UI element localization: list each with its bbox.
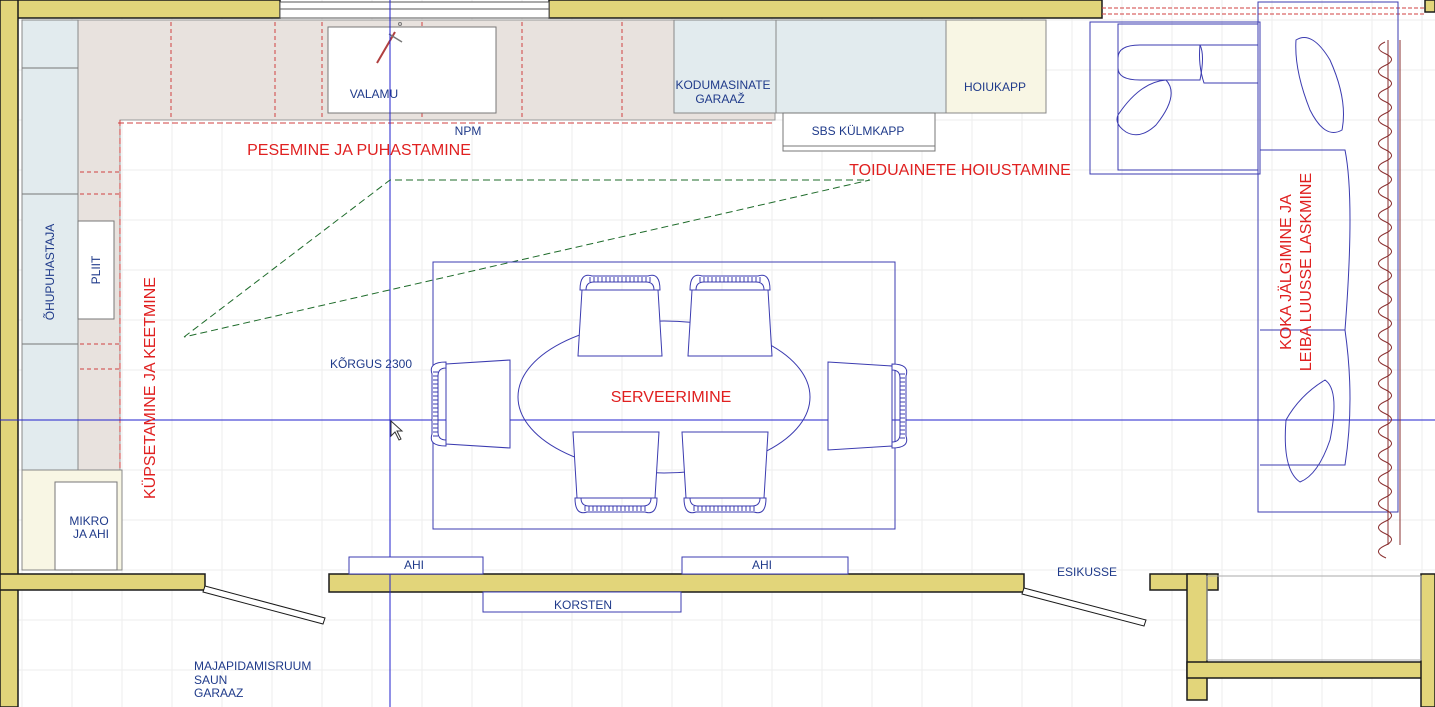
wall-bottom-middle (328, 573, 1025, 593)
label-oven-left: AHI (404, 558, 424, 572)
zone-chef-watch-1: KOKA JÄLGIMINE JA (1277, 194, 1295, 350)
wall-top-left (0, 0, 281, 19)
zone-serving: SERVEERIMINE (611, 389, 732, 406)
door-left (202, 585, 326, 625)
mouse-cursor-icon (390, 419, 404, 441)
wall-bottom-left-stub (0, 573, 206, 591)
label-microwave-2: JA AHI (73, 527, 109, 541)
wall-right-edge (1420, 573, 1435, 707)
zone-cooking: KÜPSETAMINE JA KEETMINE (141, 277, 159, 499)
zone-chef-watch-2: LEIBA LUUSSE LASKMINE (1298, 173, 1315, 371)
label-utility-3: GARAAZ (194, 686, 243, 700)
label-chimney: KORSTEN (554, 598, 612, 612)
label-pantry: HOIUKAPP (964, 80, 1026, 94)
fridge-cabinet (775, 19, 947, 114)
label-height: KÕRGUS 2300 (330, 356, 412, 371)
entry-frame (1206, 575, 1422, 661)
zone-food-storage: TOIDUAINETE HOIUSTAMINE (849, 162, 1071, 179)
window-top (279, 1, 550, 19)
label-oven-right: AHI (752, 558, 772, 572)
label-npm: NPM (455, 124, 482, 138)
label-utility-2: SAUN (194, 673, 227, 687)
label-to-hallway: ESIKUSSE (1057, 565, 1117, 579)
chair-left (430, 359, 511, 449)
wall-right-foot (1186, 661, 1435, 679)
chair-bottom-left (572, 431, 660, 514)
curtain (1378, 41, 1392, 559)
label-sink: VALAMU (350, 87, 398, 101)
label-stove: PLIIT (89, 255, 103, 284)
zone-washing: PESEMINE JA PUHASTAMINE (247, 142, 471, 159)
chair-bottom-right (681, 431, 769, 514)
chair-top-right (687, 274, 773, 357)
chair-top-left (577, 274, 663, 357)
kitchen-floor-plan: .wall { fill:#e2d57a; stroke:#1a1a1a; st… (0, 0, 1435, 707)
counters (21, 19, 1047, 571)
wall-top-middle (548, 0, 1103, 19)
wall-right-lower (1186, 573, 1208, 701)
wall-left (0, 0, 19, 707)
label-air-purifier: ÕHUPUHASTAJA (42, 224, 57, 320)
label-microwave-1: MIKRO (69, 514, 108, 528)
wall-top-right (1424, 0, 1435, 13)
sofa-area (1089, 1, 1401, 559)
sofa-cushions (1116, 37, 1351, 483)
label-appliance-garage-2: GARAAŽ (695, 91, 744, 106)
label-utility-1: MAJAPIDAMISRUUM (194, 659, 311, 673)
label-fridge: SBS KÜLMKAPP (812, 124, 905, 138)
label-appliance-garage-1: KODUMASINATE (675, 78, 770, 92)
pantry (945, 19, 1047, 114)
